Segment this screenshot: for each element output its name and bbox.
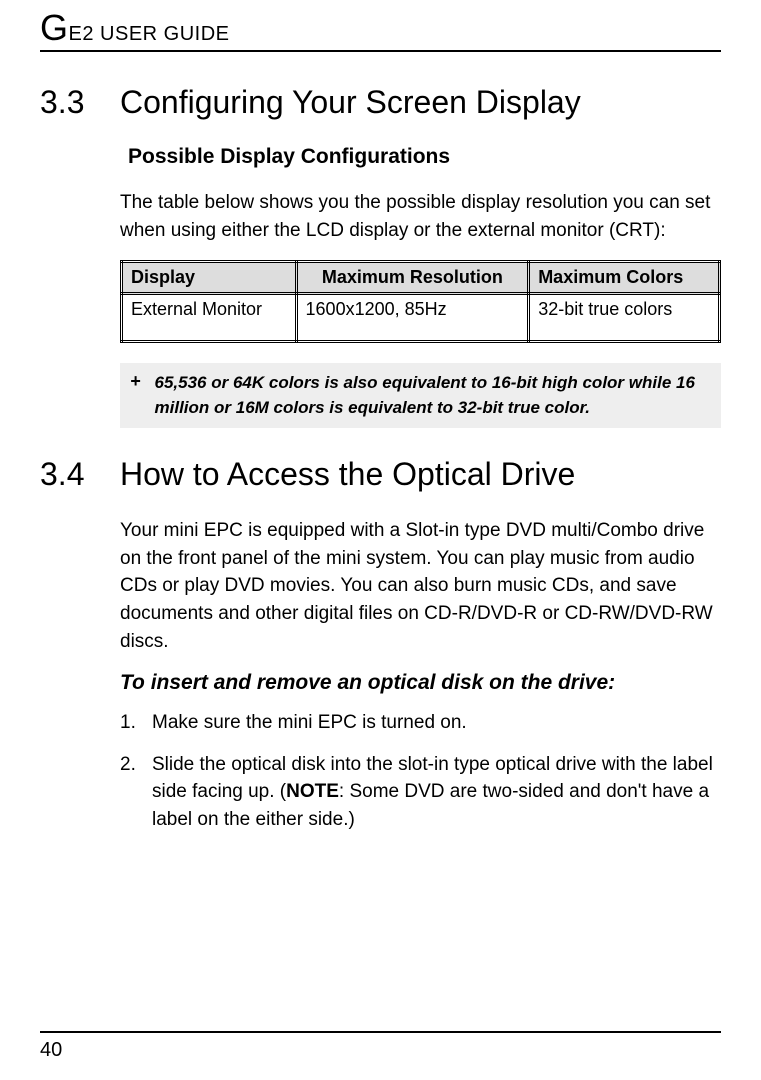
subheading: Possible Display Configurations bbox=[128, 145, 721, 169]
page: GE2 USER GUIDE 3.3 Configuring Your Scre… bbox=[0, 0, 761, 1080]
step-text: Make sure the mini EPC is turned on. bbox=[152, 709, 721, 737]
cell-display: External Monitor bbox=[122, 294, 297, 342]
note-box: + 65,536 or 64K colors is also equivalen… bbox=[120, 363, 721, 428]
note-text: 65,536 or 64K colors is also equivalent … bbox=[155, 371, 711, 420]
step-2: 2. Slide the optical disk into the slot-… bbox=[120, 751, 721, 834]
section-title: Configuring Your Screen Display bbox=[120, 84, 581, 121]
paragraph: Your mini EPC is equipped with a Slot-in… bbox=[120, 517, 721, 655]
section-3-3-heading: 3.3 Configuring Your Screen Display bbox=[40, 84, 721, 121]
display-config-table: Display Maximum Resolution Maximum Color… bbox=[120, 260, 721, 343]
page-content: 3.3 Configuring Your Screen Display Poss… bbox=[120, 84, 721, 1031]
header-big-letter: G bbox=[40, 7, 69, 48]
page-footer: 40 bbox=[40, 1031, 721, 1062]
page-number: 40 bbox=[40, 1039, 62, 1061]
paragraph: The table below shows you the possible d… bbox=[120, 189, 721, 244]
step-1: 1. Make sure the mini EPC is turned on. bbox=[120, 709, 721, 737]
note-label: NOTE bbox=[286, 781, 339, 802]
section-number: 3.4 bbox=[40, 456, 120, 493]
section-number: 3.3 bbox=[40, 84, 120, 121]
page-header: GE2 USER GUIDE bbox=[40, 10, 721, 52]
section-3-4-heading: 3.4 How to Access the Optical Drive bbox=[40, 456, 721, 493]
header-title: GE2 USER GUIDE bbox=[40, 23, 230, 45]
col-max-colors: Maximum Colors bbox=[529, 262, 720, 294]
table-row: External Monitor 1600x1200, 85Hz 32-bit … bbox=[122, 294, 720, 342]
task-heading: To insert and remove an optical disk on … bbox=[120, 671, 721, 695]
header-rest: E2 USER GUIDE bbox=[69, 23, 230, 45]
cell-colors: 32-bit true colors bbox=[529, 294, 720, 342]
section-title: How to Access the Optical Drive bbox=[120, 456, 575, 493]
cell-resolution: 1600x1200, 85Hz bbox=[296, 294, 529, 342]
step-number: 1. bbox=[120, 709, 152, 737]
table-header-row: Display Maximum Resolution Maximum Color… bbox=[122, 262, 720, 294]
col-max-resolution: Maximum Resolution bbox=[296, 262, 529, 294]
plus-icon: + bbox=[130, 371, 141, 392]
col-display: Display bbox=[122, 262, 297, 294]
step-number: 2. bbox=[120, 751, 152, 834]
step-text: Slide the optical disk into the slot-in … bbox=[152, 751, 721, 834]
